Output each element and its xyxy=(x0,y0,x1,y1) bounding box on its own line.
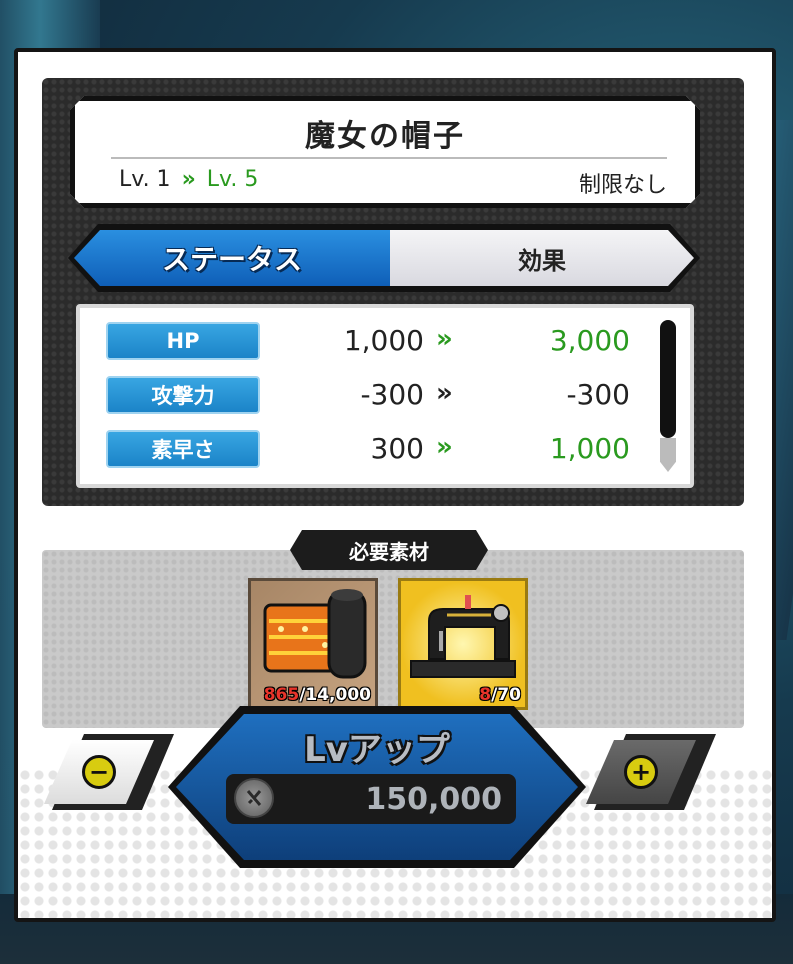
tab-status[interactable]: ステータス xyxy=(74,230,390,286)
lvup-cost: 150,000 xyxy=(365,782,502,817)
stat-row-attack: 攻撃力 -300 » -300 xyxy=(106,374,666,418)
plus-icon: + xyxy=(624,755,658,789)
stat-row-speed: 素早さ 300 » 1,000 xyxy=(106,428,666,472)
stat-to-value: -300 xyxy=(566,378,630,411)
stat-from-value: 1,000 xyxy=(343,324,424,357)
level-from: Lv. 1 xyxy=(119,167,171,192)
stat-row-hp: HP 1,000 » 3,000 xyxy=(106,320,666,364)
tab-effect[interactable]: 効果 xyxy=(390,230,694,286)
rolled-carpet-icon xyxy=(263,589,367,679)
item-name: 魔女の帽子 xyxy=(305,119,465,154)
stat-from-value: 300 xyxy=(370,432,424,465)
material-owned: 865 xyxy=(263,685,300,705)
arrow-icon: » xyxy=(436,378,453,408)
material-slot-carpet[interactable]: 865/14,000 xyxy=(248,578,378,710)
increase-arrow-icon: » xyxy=(436,432,453,462)
material-count: 865/14,000 xyxy=(264,685,371,705)
material-count: 8/70 xyxy=(479,685,521,705)
material-required: /70 xyxy=(491,685,521,705)
material-owned: 8 xyxy=(479,685,492,705)
level-to: Lv. 5 xyxy=(206,167,259,192)
increase-arrow-icon: » xyxy=(436,324,453,354)
stat-label: 素早さ xyxy=(106,430,260,468)
lvup-button-label[interactable]: Lvアップ xyxy=(176,722,578,771)
stat-to-value: 1,000 xyxy=(549,432,630,465)
coin-icon xyxy=(234,778,274,818)
scrollbar-thumb[interactable] xyxy=(660,320,676,438)
materials-heading: 必要素材 xyxy=(290,530,488,570)
stat-label: HP xyxy=(106,322,260,360)
stats-scrollbar[interactable] xyxy=(660,320,676,474)
limit-label: 制限なし xyxy=(578,173,667,198)
materials-section xyxy=(42,550,744,728)
level-arrow-icon: » xyxy=(181,167,196,192)
minus-icon: − xyxy=(82,755,116,789)
sewing-machine-icon xyxy=(410,595,516,678)
item-header: 魔女の帽子 Lv. 1 » Lv. 5 制限なし xyxy=(70,96,700,208)
level-change: Lv. 1 » Lv. 5 xyxy=(119,167,258,192)
scrollbar-track-end xyxy=(660,438,676,472)
title-divider xyxy=(111,157,667,159)
material-required: /14,000 xyxy=(299,685,371,705)
stats-list[interactable]: HP 1,000 » 3,000 攻撃力 -300 » -300 素早さ 300… xyxy=(76,304,694,488)
material-slot-sewing-machine[interactable]: 8/70 xyxy=(398,578,528,710)
tab-bar: ステータス 効果 xyxy=(74,230,694,286)
stat-to-value: 3,000 xyxy=(549,324,630,357)
coin-symbol-icon xyxy=(246,790,262,806)
stat-from-value: -300 xyxy=(360,378,424,411)
stat-label: 攻撃力 xyxy=(106,376,260,414)
